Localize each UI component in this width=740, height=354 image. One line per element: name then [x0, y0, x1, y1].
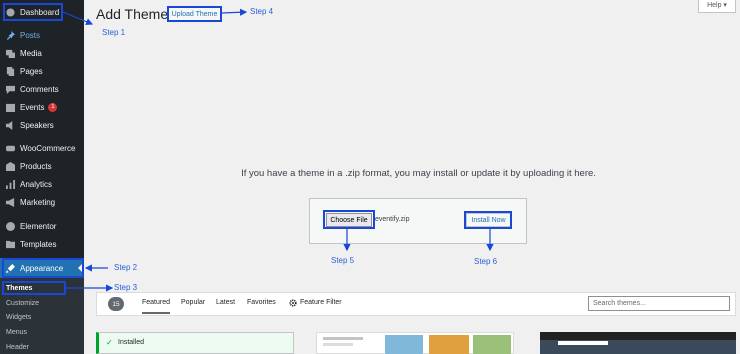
theme-card-thumbnail[interactable] [316, 332, 514, 354]
step5-highlight [323, 210, 375, 229]
installed-label: Installed [118, 339, 145, 346]
sidebar-item-label: WooCommerce [20, 143, 76, 153]
comment-icon [5, 84, 15, 94]
sidebar-item-label: Posts [20, 30, 41, 40]
theme-count-badge: 15 [108, 297, 124, 311]
sidebar-item-label: Pages [20, 66, 43, 76]
selected-file-name: eventify.zip [375, 216, 410, 223]
megaphone-icon [5, 197, 15, 207]
pin-icon [5, 30, 15, 40]
theme-card-thumbnail[interactable] [540, 332, 736, 354]
sidebar-item-speakers[interactable]: Speakers [0, 116, 84, 134]
upload-instruction: If you have a theme in a .zip format, yo… [241, 168, 596, 179]
step1-highlight [3, 3, 63, 21]
elementor-icon [5, 221, 15, 231]
tab-favorites[interactable]: Favorites [247, 299, 276, 306]
sidebar-item-label: Templates [20, 239, 57, 249]
step6-label: Step 6 [474, 257, 498, 266]
step6-highlight [464, 211, 512, 229]
step2-label: Step 2 [114, 263, 138, 272]
tab-featured[interactable]: Featured [142, 299, 171, 314]
sidebar-item-label: Marketing [20, 197, 56, 207]
speaker-icon [5, 120, 15, 130]
gear-icon [289, 299, 297, 307]
media-icon [5, 48, 15, 58]
sidebar-item-label: Media [20, 48, 42, 58]
sidebar-item-events[interactable]: Events 1 [0, 98, 84, 116]
analytics-icon [5, 179, 15, 189]
check-icon: ✓ [106, 338, 113, 347]
submenu-header[interactable]: Header [6, 344, 29, 351]
tab-popular[interactable]: Popular [181, 299, 205, 306]
step5-label: Step 5 [331, 256, 355, 265]
sidebar-item-woocommerce[interactable]: WooCommerce [0, 139, 84, 157]
step1-label: Step 1 [102, 28, 126, 37]
sidebar-item-label: Elementor [20, 221, 57, 231]
submenu-menus[interactable]: Menus [6, 329, 27, 336]
sidebar-item-label: Events [20, 102, 45, 112]
submenu-customize[interactable]: Customize [6, 300, 39, 307]
step2-highlight [2, 258, 84, 278]
submenu-widgets[interactable]: Widgets [6, 314, 31, 321]
sidebar-item-marketing[interactable]: Marketing [0, 193, 84, 211]
woo-icon [5, 143, 15, 153]
pages-icon [5, 66, 15, 76]
folder-icon [5, 239, 15, 249]
sidebar-item-label: Comments [20, 84, 59, 94]
calendar-icon [5, 102, 15, 112]
tab-latest[interactable]: Latest [216, 299, 235, 306]
step4-label: Step 4 [250, 7, 274, 16]
sidebar-item-media[interactable]: Media [0, 44, 84, 62]
sidebar-item-label: Analytics [20, 179, 53, 189]
step3-label: Step 3 [114, 283, 138, 292]
step3-highlight [2, 281, 66, 295]
help-tab-button[interactable]: Help ▾ [698, 0, 736, 13]
sidebar-item-templates[interactable]: Templates [0, 235, 84, 253]
events-count-badge: 1 [48, 102, 58, 112]
step4-highlight [167, 6, 222, 22]
page-title: Add Themes [96, 6, 176, 22]
search-themes-input[interactable]: Search themes... [588, 296, 730, 311]
sidebar-item-posts[interactable]: Posts [0, 26, 84, 44]
sidebar-item-pages[interactable]: Pages [0, 62, 84, 80]
feature-filter-button[interactable]: Feature Filter [300, 299, 342, 306]
sidebar-item-label: Speakers [20, 120, 54, 130]
sidebar-item-comments[interactable]: Comments [0, 80, 84, 98]
sidebar-item-elementor[interactable]: Elementor [0, 217, 84, 235]
